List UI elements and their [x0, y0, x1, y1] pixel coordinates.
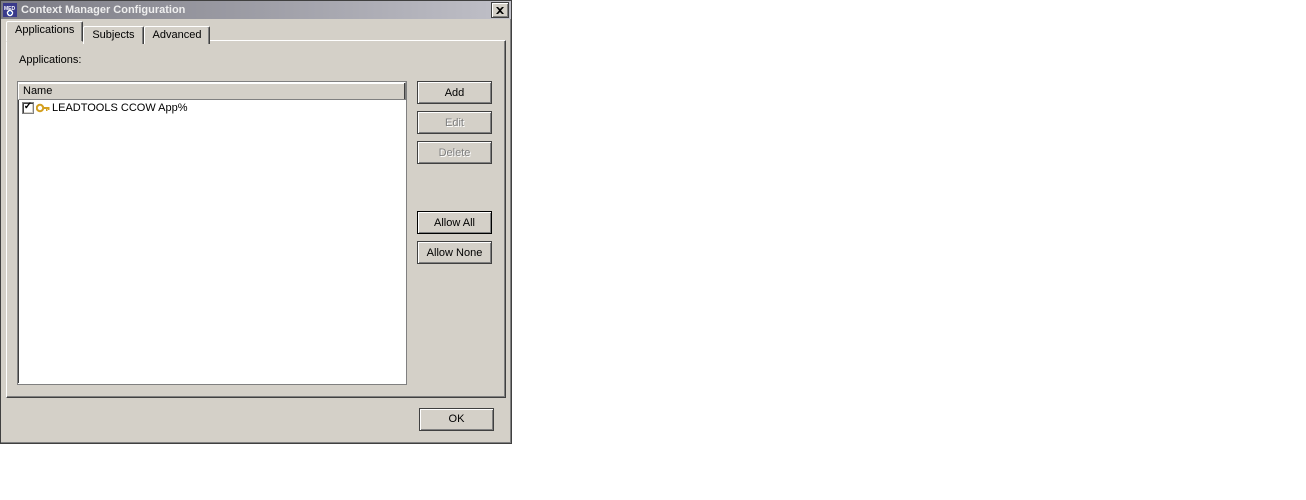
close-icon — [496, 7, 504, 14]
tab-subjects[interactable]: Subjects — [83, 26, 143, 44]
app-icon: MED — [3, 3, 17, 17]
button-label: Allow All — [434, 217, 475, 229]
dialog-window: MED Context Manager Configuration Applic… — [0, 0, 512, 444]
tab-panel-applications: Applications: Name LEADTOO — [6, 40, 506, 398]
title-bar[interactable]: MED Context Manager Configuration — [1, 1, 511, 19]
tab-label: Subjects — [92, 29, 134, 41]
tab-label: Advanced — [153, 29, 202, 41]
row-name: LEADTOOLS CCOW App% — [52, 102, 188, 114]
close-button[interactable] — [491, 2, 509, 18]
dialog-footer: OK — [6, 401, 506, 437]
allow-all-button[interactable]: Allow All — [417, 211, 492, 234]
side-button-group: Add Edit Delete Allow All Allow None — [417, 81, 492, 271]
window-title: Context Manager Configuration — [21, 4, 489, 16]
applications-label: Applications: — [19, 54, 495, 66]
tab-applications[interactable]: Applications — [6, 21, 83, 42]
tab-strip: Applications Subjects Advanced — [6, 23, 508, 41]
add-button[interactable]: Add — [417, 81, 492, 104]
button-label: Delete — [439, 147, 471, 159]
key-icon — [36, 102, 50, 114]
tab-label: Applications — [15, 24, 74, 36]
button-label: Add — [445, 87, 465, 99]
client-area: Applications Subjects Advanced Application… — [4, 21, 508, 440]
allow-none-button[interactable]: Allow None — [417, 241, 492, 264]
column-header-name[interactable]: Name — [18, 82, 406, 100]
tab-advanced[interactable]: Advanced — [144, 26, 211, 44]
row-checkbox[interactable] — [22, 102, 34, 114]
ok-button[interactable]: OK — [419, 408, 494, 431]
button-label: Edit — [445, 117, 464, 129]
column-header-label: Name — [23, 85, 52, 97]
button-label: OK — [449, 413, 465, 425]
button-label: Allow None — [427, 247, 483, 259]
edit-button[interactable]: Edit — [417, 111, 492, 134]
delete-button[interactable]: Delete — [417, 141, 492, 164]
applications-listview[interactable]: Name LEADTOOLS CCOW App% — [17, 81, 407, 385]
list-item[interactable]: LEADTOOLS CCOW App% — [18, 100, 406, 116]
